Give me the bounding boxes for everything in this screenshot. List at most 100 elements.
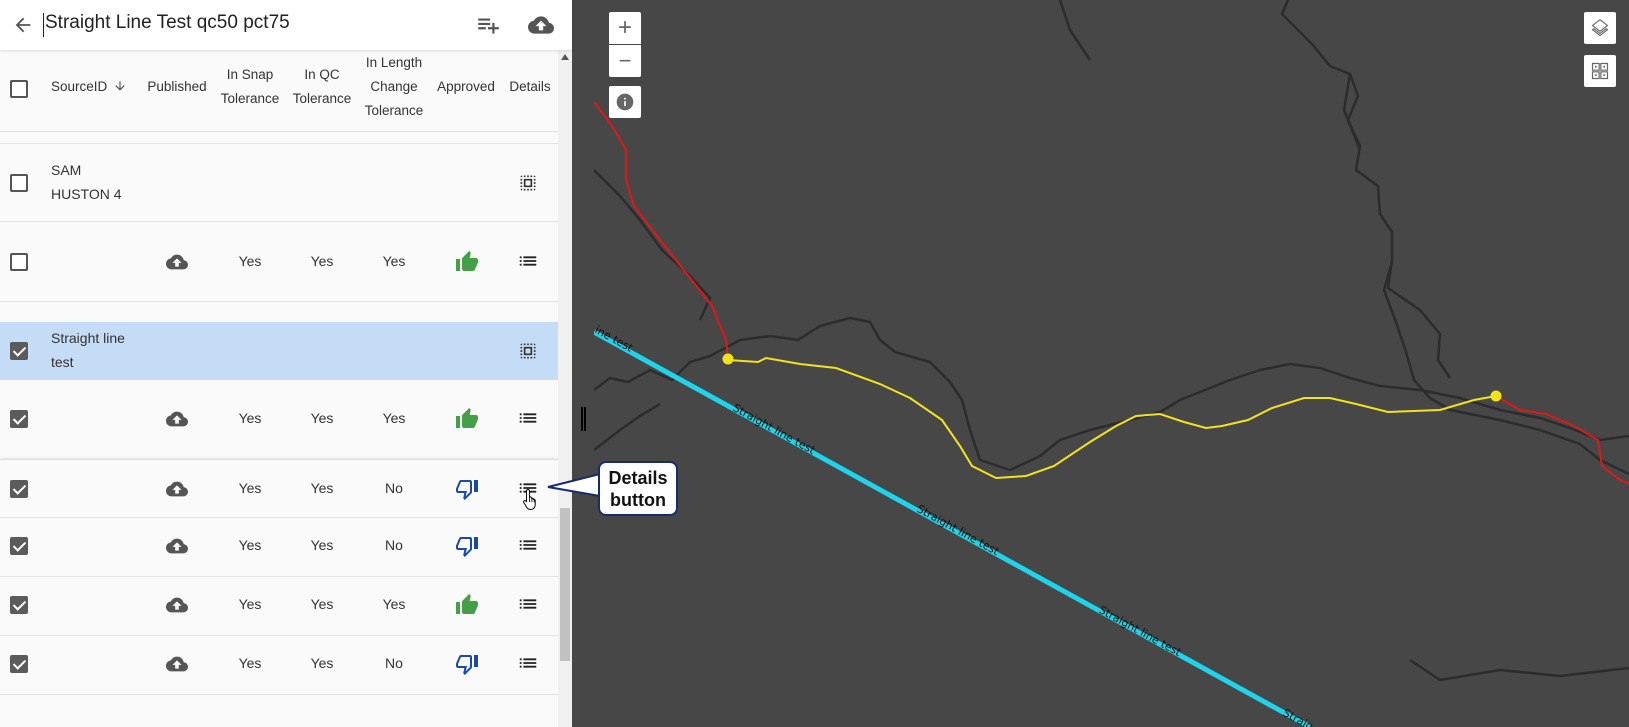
details-button-callout: Details button (598, 461, 678, 516)
thumb-up-icon (456, 408, 478, 428)
in-length-tolerance: No (385, 537, 403, 553)
table-row-spacer (0, 302, 558, 322)
yellow-node-east[interactable] (1490, 390, 1502, 402)
map-view[interactable]: ine test Straight line test Straight lin… (594, 0, 1629, 727)
row-checkbox[interactable] (10, 480, 28, 498)
select-all-in-group-button[interactable] (517, 340, 539, 362)
table-row[interactable]: Yes Yes Yes (0, 577, 558, 636)
row-checkbox[interactable] (10, 253, 28, 271)
source-id: SAM HUSTON 4 (51, 162, 122, 202)
info-icon (616, 93, 634, 111)
group-row[interactable]: SAM HUSTON 4 (0, 144, 558, 222)
publish-button[interactable] (524, 10, 558, 40)
in-qc-tolerance: Yes (310, 596, 334, 612)
terrain-contours (594, 0, 1629, 682)
cloud-upload-icon (166, 597, 188, 613)
map-edge (572, 0, 594, 727)
select-all-checkbox[interactable] (10, 80, 28, 98)
in-length-tolerance: No (385, 480, 403, 496)
details-button[interactable] (517, 652, 539, 674)
in-length-tolerance: Yes (382, 596, 406, 612)
table-row[interactable]: Yes Yes Yes (0, 380, 558, 459)
select-all-in-group-button[interactable] (517, 172, 539, 194)
approve-status[interactable] (454, 407, 480, 431)
cloud-upload-icon (166, 411, 188, 427)
qr-grid-button[interactable] (1584, 55, 1616, 87)
column-sourceid[interactable]: SourceID (51, 75, 127, 99)
page-title[interactable]: Straight Line Test qc50 pct75 (43, 12, 290, 37)
editor-panel: Straight Line Test qc50 pct75 SourceID P… (0, 0, 572, 727)
row-checkbox[interactable] (10, 655, 28, 673)
arrow-left-icon (15, 17, 31, 33)
reject-status[interactable] (454, 477, 480, 501)
in-snap-tolerance: Yes (238, 596, 262, 612)
in-snap-tolerance: Yes (238, 480, 262, 496)
row-checkbox[interactable] (10, 174, 28, 192)
published-status (164, 408, 190, 430)
layers-button[interactable] (1584, 12, 1616, 44)
thumb-up-icon (456, 251, 478, 271)
scrollbar[interactable] (558, 50, 572, 727)
published-status (164, 653, 190, 675)
back-button[interactable] (8, 10, 38, 40)
line-label-1: Straight line test (731, 401, 818, 457)
zoom-in-button[interactable]: + (609, 12, 641, 44)
row-checkbox[interactable] (10, 537, 28, 555)
row-checkbox[interactable] (10, 596, 28, 614)
in-qc-tolerance: Yes (310, 480, 334, 496)
map-canvas[interactable]: ine test Straight line test Straight lin… (594, 0, 1629, 727)
group-row-selected[interactable]: Straight line test (0, 322, 558, 380)
source-id: Straight line test (51, 330, 125, 370)
table-row[interactable]: Yes Yes No (0, 636, 558, 695)
table-row[interactable]: Yes Yes No (0, 518, 558, 577)
details-button[interactable] (517, 250, 539, 272)
list-icon (519, 599, 537, 609)
scrollbar-thumb[interactable] (560, 508, 570, 661)
cloud-upload-icon (166, 538, 188, 554)
row-checkbox[interactable] (10, 410, 28, 428)
published-status (164, 594, 190, 616)
zoom-out-button[interactable]: − (609, 45, 641, 77)
column-in-snap-tolerance: In Snap Tolerance (220, 67, 280, 106)
in-length-tolerance: Yes (382, 410, 406, 426)
in-length-tolerance: Yes (382, 253, 406, 269)
row-checkbox[interactable] (10, 342, 28, 360)
sort-arrow-down-icon (115, 81, 125, 91)
cloud-upload-icon (166, 656, 188, 672)
in-qc-tolerance: Yes (310, 655, 334, 671)
line-label-3: Straight line test (1097, 603, 1184, 659)
red-flowline[interactable] (594, 101, 729, 359)
table-row[interactable]: Yes Yes Yes (0, 222, 558, 302)
approve-status[interactable] (454, 250, 480, 274)
in-snap-tolerance: Yes (238, 537, 262, 553)
hand-cursor-icon (523, 488, 536, 510)
select-all-icon (520, 343, 536, 359)
published-status (164, 535, 190, 557)
info-button[interactable] (609, 86, 641, 118)
select-all-icon (520, 175, 536, 191)
in-snap-tolerance: Yes (238, 655, 262, 671)
grid-view-icon (1591, 62, 1609, 80)
table-row-spacer (0, 132, 558, 144)
panel-splitter-handle[interactable] (581, 407, 586, 431)
approve-status[interactable] (454, 593, 480, 617)
yellow-node-west[interactable] (722, 353, 734, 365)
details-button[interactable] (517, 407, 539, 429)
line-labels: ine test Straight line test Straight lin… (594, 323, 1315, 727)
in-snap-tolerance: Yes (238, 410, 262, 426)
scroll-up-arrow-icon[interactable] (561, 54, 569, 60)
details-button[interactable] (517, 534, 539, 556)
thumb-down-outline-icon (456, 537, 478, 557)
add-to-list-button[interactable] (472, 10, 504, 40)
thumb-down-outline-icon (456, 480, 478, 500)
reject-status[interactable] (454, 652, 480, 676)
line-label-clip: Straig (1281, 706, 1316, 727)
table-row-hovered[interactable]: Yes Yes No (0, 459, 558, 518)
details-button[interactable] (517, 593, 539, 615)
in-snap-tolerance: Yes (238, 253, 262, 269)
reject-status[interactable] (454, 534, 480, 558)
yellow-flowline[interactable] (727, 356, 1497, 480)
table-header: SourceID Published In Snap Tolerance In … (0, 50, 558, 132)
published-status (164, 478, 190, 500)
in-qc-tolerance: Yes (310, 410, 334, 426)
